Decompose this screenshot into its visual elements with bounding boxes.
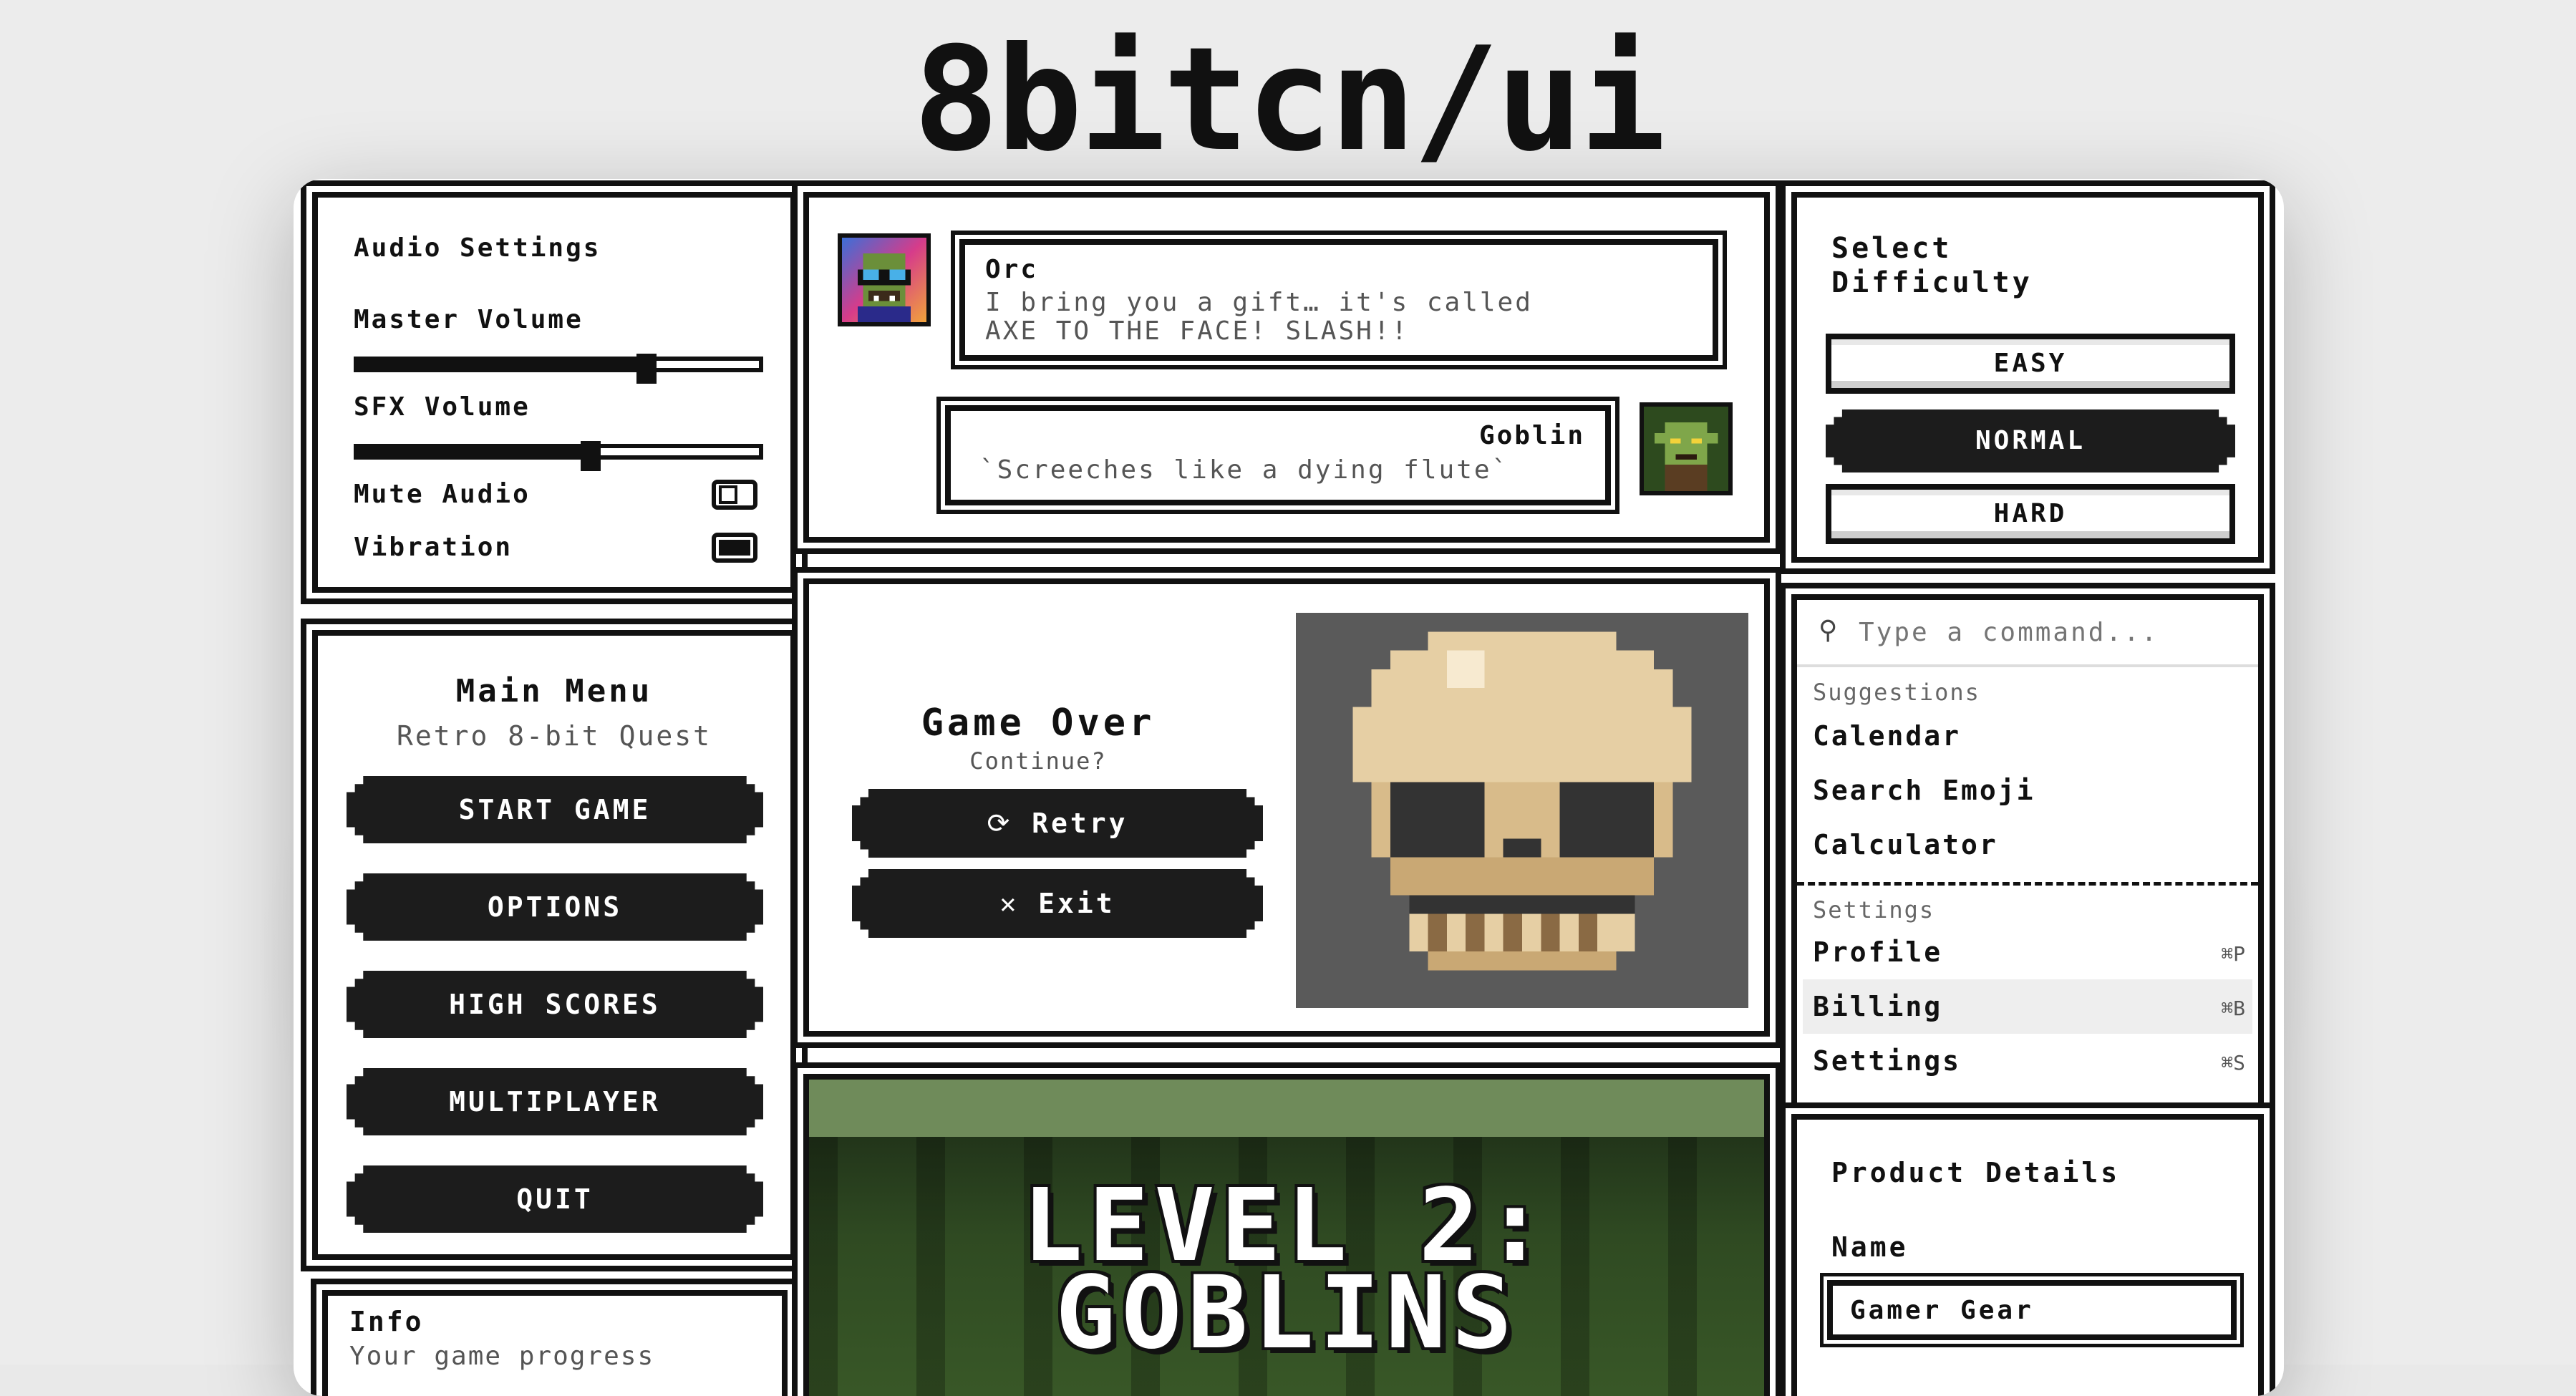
orc-avatar [838, 233, 931, 326]
product-name-value: Gamer Gear [1850, 1296, 2034, 1325]
level-panel: LEVEL 2: GOBLINS [803, 1074, 1770, 1396]
mute-audio-label: Mute Audio [354, 480, 531, 509]
mute-audio-toggle[interactable] [712, 480, 757, 510]
chat-panel: Orc I bring you a gift… it's called AXE … [803, 192, 1770, 543]
orc-message-line2: AXE TO THE FACE! SLASH!! [985, 316, 1410, 346]
goblin-message-bubble: Goblin `Screeches like a dying flute` [945, 405, 1611, 505]
billing-shortcut: ⌘B [2221, 997, 2245, 1020]
audio-settings-panel: Audio Settings Master Volume SFX Volume … [312, 192, 796, 593]
showcase-card: Audio Settings Master Volume SFX Volume … [294, 179, 2284, 1396]
command-item-calculator[interactable]: Calculator [1813, 829, 1998, 861]
goblin-message-line1: `Screeches like a dying flute` [979, 455, 1510, 485]
page-title: 8bitcn/ui [913, 16, 1666, 183]
settings-heading: Settings [1813, 896, 1935, 924]
info-text: Your game progress [349, 1342, 655, 1371]
vibration-toggle-fill [733, 540, 750, 556]
product-name-label: Name [1831, 1231, 1909, 1263]
difficulty-title-line1: Select [1831, 232, 1952, 265]
retry-label: Retry [1032, 808, 1128, 839]
settings-shortcut: ⌘S [2221, 1051, 2245, 1075]
sfx-volume-slider[interactable] [354, 441, 763, 471]
vibration-toggle-knob [719, 540, 735, 556]
command-item-profile[interactable]: Profile [1813, 936, 1942, 968]
mute-toggle-knob [719, 485, 737, 504]
exit-label: Exit [1038, 888, 1115, 919]
difficulty-panel: Select Difficulty EASY NORMAL HARD [1791, 192, 2264, 563]
goblin-speaker-name: Goblin [1478, 421, 1585, 450]
options-button[interactable]: OPTIONS [347, 873, 763, 941]
command-separator [1797, 882, 2258, 886]
command-item-calendar[interactable]: Calendar [1813, 720, 1961, 752]
game-over-title: Game Over [921, 702, 1156, 745]
goblin-avatar [1640, 402, 1733, 495]
sfx-volume-thumb[interactable] [580, 441, 601, 471]
retry-button[interactable]: ⟳ Retry [852, 789, 1263, 858]
close-icon: ✕ [999, 888, 1020, 919]
master-volume-label: Master Volume [354, 305, 584, 334]
command-search-row: ⚲ [1797, 600, 2258, 667]
command-item-settings[interactable]: Settings [1813, 1045, 1961, 1077]
product-name-field[interactable]: Gamer Gear [1827, 1280, 2237, 1340]
search-icon: ⚲ [1819, 616, 1838, 645]
orc-message-bubble: Orc I bring you a gift… it's called AXE … [959, 239, 1718, 361]
skull-image [1296, 613, 1748, 1008]
difficulty-normal-button[interactable]: NORMAL [1826, 409, 2235, 472]
skull-icon [1352, 631, 1692, 971]
goblin-avatar-icon [1654, 422, 1718, 491]
multiplayer-button[interactable]: MULTIPLAYER [347, 1068, 763, 1135]
difficulty-easy-button[interactable]: EASY [1826, 334, 2235, 394]
main-menu-panel: Main Menu Retro 8-bit Quest START GAME O… [312, 630, 796, 1260]
sfx-volume-fill [358, 448, 591, 455]
product-details-panel: Product Details Name Gamer Gear [1791, 1114, 2264, 1396]
refresh-icon: ⟳ [987, 808, 1013, 839]
orc-avatar-icon [858, 253, 911, 322]
difficulty-title-line2: Difficulty [1831, 266, 2033, 299]
main-menu-subtitle: Retro 8-bit Quest [397, 720, 712, 752]
info-panel: Info Your game progress [322, 1290, 788, 1396]
command-item-search-emoji[interactable]: Search Emoji [1813, 775, 2035, 806]
master-volume-fill [358, 361, 647, 368]
master-volume-slider[interactable] [354, 354, 763, 384]
game-over-subtitle: Continue? [969, 747, 1107, 775]
level-title-line2: GOBLINS [1055, 1255, 1518, 1372]
main-menu-title: Main Menu [455, 673, 653, 709]
high-scores-button[interactable]: HIGH SCORES [347, 971, 763, 1038]
audio-settings-title: Audio Settings [354, 233, 601, 263]
exit-button[interactable]: ✕ Exit [852, 869, 1263, 938]
info-title: Info [349, 1306, 424, 1337]
vibration-toggle[interactable] [712, 533, 757, 563]
suggestions-heading: Suggestions [1813, 679, 1980, 706]
game-over-panel: Game Over Continue? ⟳ Retry ✕ Exit [803, 578, 1770, 1037]
profile-shortcut: ⌘P [2221, 942, 2245, 966]
start-game-button[interactable]: START GAME [347, 776, 763, 843]
orc-speaker-name: Orc [985, 255, 1039, 284]
command-item-billing[interactable]: Billing [1813, 991, 1942, 1022]
difficulty-hard-button[interactable]: HARD [1826, 484, 2235, 544]
vibration-label: Vibration [354, 533, 513, 562]
quit-button[interactable]: QUIT [347, 1165, 763, 1233]
product-details-title: Product Details [1831, 1157, 2121, 1188]
master-volume-thumb[interactable] [636, 354, 657, 384]
orc-message-line1: I bring you a gift… it's called [985, 288, 1533, 317]
sfx-volume-label: SFX Volume [354, 392, 531, 422]
command-input[interactable] [1857, 610, 2232, 654]
